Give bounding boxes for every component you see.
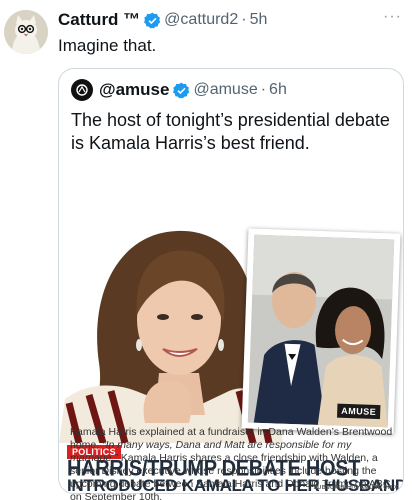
verified-badge-icon — [144, 12, 161, 28]
separator-dot: · — [241, 11, 247, 28]
quoted-text: The host of tonight’s presidential debat… — [71, 110, 390, 153]
body-text-part2: Kamala Harris shares a close friendship … — [70, 452, 391, 500]
verified-badge-icon — [173, 82, 190, 98]
quoted-time[interactable]: 6h — [269, 81, 287, 99]
quoted-author-handle[interactable]: @amuse — [193, 81, 257, 99]
couple-image — [247, 234, 395, 428]
subscribe-footer: SUBSCRIBE TO AMUSE ON X — [313, 485, 398, 491]
couple-photo-frame: AMUSE — [247, 234, 395, 428]
post-header: Catturd ™ @catturd2 · 5h — [58, 9, 386, 31]
amuse-watermark: AMUSE — [336, 403, 381, 420]
author-name[interactable]: Catturd ™ — [58, 10, 140, 30]
cat-avatar-icon — [4, 10, 48, 54]
avatar[interactable] — [4, 10, 48, 54]
quoted-header: @amuse @amuse · 6h — [71, 79, 287, 101]
author-handle[interactable]: @catturd2 — [164, 11, 238, 29]
post-text: Imagine that. — [58, 36, 157, 55]
quoted-author-name[interactable]: @amuse — [99, 80, 169, 100]
couple-photo: AMUSE — [241, 228, 401, 434]
amuse-avatar[interactable] — [71, 79, 93, 101]
tweet[interactable]: Catturd ™ @catturd2 · 5h ··· Imagine tha… — [0, 0, 412, 500]
amuse-logo-icon — [76, 84, 88, 96]
more-icon[interactable]: ··· — [383, 8, 402, 26]
separator-dot: · — [260, 81, 267, 98]
post-time[interactable]: 5h — [250, 11, 268, 29]
